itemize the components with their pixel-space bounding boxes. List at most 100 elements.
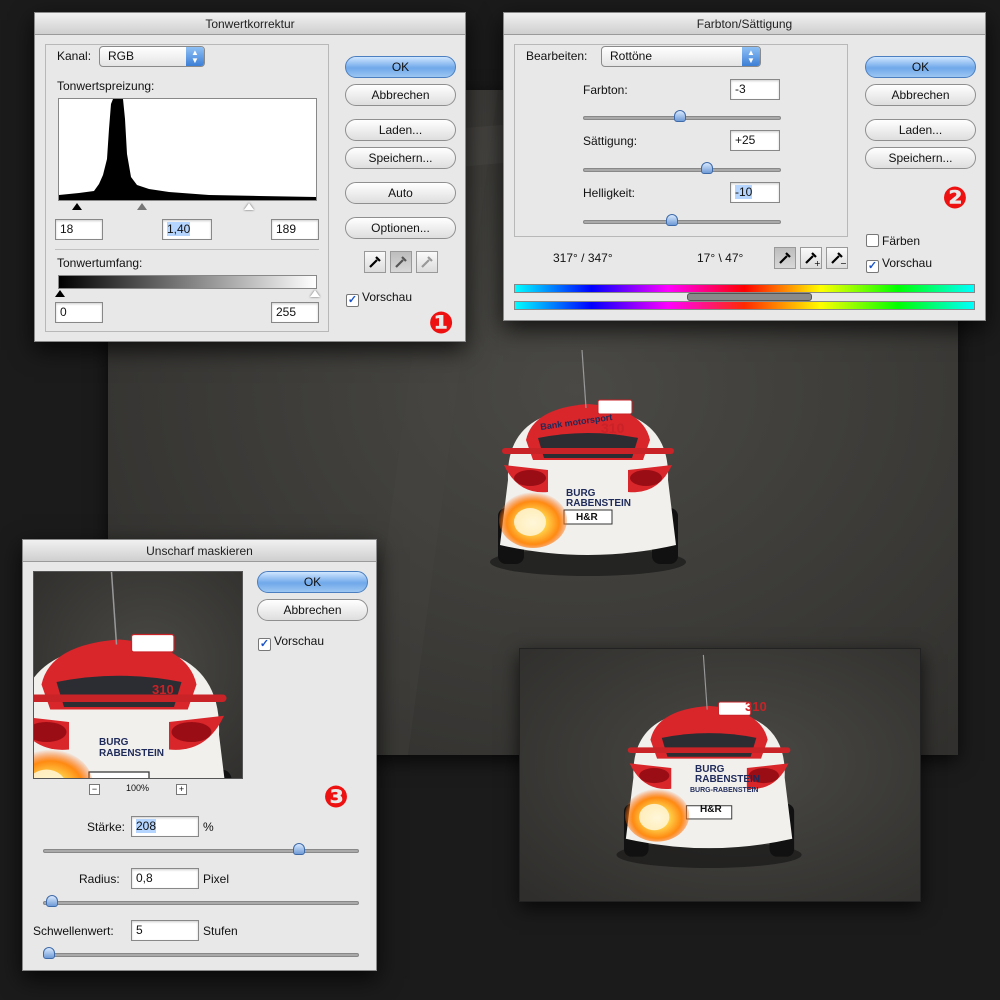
range-selector[interactable]	[687, 293, 812, 301]
output-white-field[interactable]: 255	[271, 302, 319, 323]
svg-text:+: +	[814, 259, 820, 267]
unsharp-preview-checkbox[interactable]: ✓ Vorschau	[258, 634, 324, 651]
channel-value: RGB	[108, 49, 135, 63]
levels-cancel-button[interactable]: Abbrechen	[345, 84, 456, 106]
saturation-field[interactable]: +25	[730, 130, 780, 151]
levels-options-button[interactable]: Optionen...	[345, 217, 456, 239]
white-eyedropper-button[interactable]	[416, 251, 438, 273]
levels-load-button[interactable]: Laden...	[345, 119, 456, 141]
radius-unit: Pixel	[203, 872, 230, 886]
sharp-car-small: BURG-RABENSTEIN	[690, 787, 759, 794]
hue-slider-knob[interactable]	[674, 110, 686, 122]
radius-field[interactable]: 0,8	[131, 868, 199, 889]
unsharp-preview-label: Vorschau	[274, 634, 325, 648]
radius-slider-track[interactable]	[43, 901, 359, 905]
saturation-value: +25	[735, 133, 756, 147]
hue-saturation-dialog: Farbton/Sättigung Bearbeiten: Rottöne ▲ ▼…	[503, 12, 986, 321]
hue-field[interactable]: -3	[730, 79, 780, 100]
channel-label: Kanal:	[57, 49, 92, 63]
levels-save-button[interactable]: Speichern...	[345, 147, 456, 169]
preview-car-number: 310	[152, 682, 174, 697]
output-levels-label: Tonwertumfang:	[57, 256, 143, 270]
input-white-field[interactable]: 189	[271, 219, 319, 240]
output-black-slider[interactable]	[55, 290, 65, 297]
output-gradient-bar	[58, 275, 317, 289]
amount-slider-knob[interactable]	[293, 843, 305, 855]
zoom-in-button[interactable]: +	[176, 784, 187, 795]
black-eyedropper-icon	[369, 256, 381, 268]
input-gamma-value: 1,40	[167, 222, 191, 236]
input-gamma-slider[interactable]	[137, 203, 147, 210]
unsharp-preview-image[interactable]: 310 BURG RABENSTEIN	[33, 571, 243, 779]
range-right-readout: 17° \ 47°	[697, 251, 744, 265]
input-white-point-slider[interactable]	[244, 203, 254, 210]
input-gamma-field[interactable]: 1,40	[162, 219, 212, 240]
saturation-slider-knob[interactable]	[701, 162, 713, 174]
threshold-unit: Stufen	[203, 924, 238, 938]
amount-label: Stärke:	[87, 820, 126, 834]
car-sponsor-brand-2: RABENSTEIN	[566, 498, 632, 509]
subtract-eyedropper-icon: −	[831, 252, 847, 268]
huesat-preview-checkbox[interactable]: ✓ Vorschau	[866, 256, 932, 273]
huesat-preview-label: Vorschau	[882, 256, 933, 270]
unsharp-cancel-button[interactable]: Abbrechen	[257, 599, 368, 621]
output-white-slider[interactable]	[310, 290, 320, 297]
lightness-slider-knob[interactable]	[666, 214, 678, 226]
input-black-field[interactable]: 18	[55, 219, 103, 240]
input-black-point-slider[interactable]	[72, 203, 82, 210]
levels-preview-check-icon: ✓	[346, 294, 359, 307]
zoom-level: 100%	[126, 783, 150, 793]
select-arrows-icon: ▲ ▼	[742, 47, 760, 66]
levels-ok-button[interactable]: OK	[345, 56, 456, 78]
threshold-field[interactable]: 5	[131, 920, 199, 941]
unsharp-preview-check-icon: ✓	[258, 638, 271, 651]
zoom-out-button[interactable]: −	[89, 784, 100, 795]
input-levels-label: Tonwertspreizung:	[57, 79, 155, 93]
eyedropper-button[interactable]	[774, 247, 796, 269]
output-black-field[interactable]: 0	[55, 302, 103, 323]
huesat-cancel-button[interactable]: Abbrechen	[865, 84, 976, 106]
threshold-value: 5	[136, 923, 143, 937]
unsharp-ok-button[interactable]: OK	[257, 571, 368, 593]
edit-range-value: Rottöne	[610, 49, 653, 63]
threshold-slider-track[interactable]	[43, 953, 359, 957]
colorize-checkbox[interactable]: Färben	[866, 234, 920, 248]
hue-label: Farbton:	[583, 83, 628, 97]
huesat-ok-button[interactable]: OK	[865, 56, 976, 78]
channel-select[interactable]: RGB ▲ ▼	[99, 46, 205, 67]
threshold-slider-knob[interactable]	[43, 947, 55, 959]
amount-value: 208	[136, 819, 157, 833]
lightness-field[interactable]: -10	[730, 182, 780, 203]
huesat-group	[514, 44, 848, 237]
edit-label: Bearbeiten:	[526, 49, 588, 63]
radius-value: 0,8	[136, 871, 153, 885]
black-eyedropper-button[interactable]	[364, 251, 386, 273]
edit-range-select[interactable]: Rottöne ▲ ▼	[601, 46, 761, 67]
input-black-value: 18	[60, 222, 74, 236]
amount-field[interactable]: 208	[131, 816, 199, 837]
sharpened-result-photo: 310 BURG RABENSTEIN BURG-RABENSTEIN H&R	[519, 648, 921, 902]
saturation-slider-track[interactable]	[583, 168, 781, 172]
subtract-eyedropper-button[interactable]: −	[826, 247, 848, 269]
input-white-value: 189	[276, 222, 297, 236]
select-arrows-icon: ▲ ▼	[186, 47, 204, 66]
huesat-save-button[interactable]: Speichern...	[865, 147, 976, 169]
preview-car-brand-2: RABENSTEIN	[99, 748, 165, 759]
sharp-car-number: 310	[745, 699, 767, 714]
colorize-label: Färben	[882, 234, 921, 248]
lightness-slider-track[interactable]	[583, 220, 781, 224]
output-black-value: 0	[60, 305, 67, 319]
amount-unit: %	[203, 820, 214, 834]
gray-eyedropper-button[interactable]	[390, 251, 412, 273]
huesat-preview-check-icon: ✓	[866, 260, 879, 273]
add-eyedropper-button[interactable]: +	[800, 247, 822, 269]
histogram	[58, 98, 317, 201]
lightness-label: Helligkeit:	[583, 186, 636, 200]
amount-slider-track[interactable]	[43, 849, 359, 853]
white-eyedropper-icon	[421, 256, 433, 268]
gray-eyedropper-icon	[395, 256, 407, 268]
levels-auto-button[interactable]: Auto	[345, 182, 456, 204]
levels-preview-checkbox[interactable]: ✓ Vorschau	[346, 290, 412, 307]
radius-slider-knob[interactable]	[46, 895, 58, 907]
huesat-load-button[interactable]: Laden...	[865, 119, 976, 141]
